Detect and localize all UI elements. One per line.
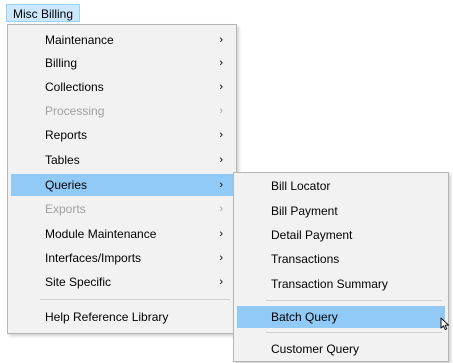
menu-item-label: Bill Payment xyxy=(271,204,338,218)
chevron-right-icon: › xyxy=(219,105,223,117)
menu-item-label: Bill Locator xyxy=(271,179,331,193)
queries-submenu: Bill Locator Bill Payment Detail Payment… xyxy=(233,172,449,362)
menu-item-label: Reports xyxy=(45,128,88,142)
menu-item-label: Maintenance xyxy=(45,33,114,47)
submenu-item-customer-query[interactable]: Customer Query xyxy=(237,338,445,360)
chevron-right-icon: › xyxy=(219,129,223,141)
menu-separator xyxy=(266,332,442,333)
chevron-right-icon: › xyxy=(219,34,223,46)
chevron-right-icon: › xyxy=(219,154,223,166)
menu-item-exports: Exports › xyxy=(11,198,233,220)
menu-item-help-reference-library[interactable]: Help Reference Library xyxy=(11,306,233,328)
menu-item-tables[interactable]: Tables › xyxy=(11,149,233,171)
menu-item-queries[interactable]: Queries › xyxy=(11,174,233,196)
chevron-right-icon: › xyxy=(219,57,223,69)
menu-item-module-maintenance[interactable]: Module Maintenance › xyxy=(11,223,233,245)
chevron-right-icon: › xyxy=(219,252,223,264)
menu-item-label: Batch Query xyxy=(271,310,338,324)
menu-item-label: Processing xyxy=(45,104,105,118)
menu-separator xyxy=(266,300,442,301)
menu-item-label: Tables xyxy=(45,153,80,167)
submenu-item-bill-locator[interactable]: Bill Locator xyxy=(237,175,445,197)
menu-item-label: Collections xyxy=(45,80,104,94)
menu-item-processing: Processing › xyxy=(11,100,233,122)
menu-item-billing[interactable]: Billing › xyxy=(11,52,233,74)
menu-item-label: Help Reference Library xyxy=(45,310,169,324)
mouse-cursor-icon xyxy=(440,317,450,331)
menu-item-site-specific[interactable]: Site Specific › xyxy=(11,271,233,293)
menu-item-label: Exports xyxy=(45,202,86,216)
chevron-right-icon: › xyxy=(219,228,223,240)
submenu-item-transaction-summary[interactable]: Transaction Summary xyxy=(237,273,445,295)
submenu-item-transactions[interactable]: Transactions xyxy=(237,248,445,270)
menu-item-label: Transactions xyxy=(271,252,340,266)
menu-item-label: Interfaces/Imports xyxy=(45,251,142,265)
chevron-right-icon: › xyxy=(219,81,223,93)
misc-billing-menu: Maintenance › Billing › Collections › Pr… xyxy=(7,24,237,334)
menu-item-interfaces-imports[interactable]: Interfaces/Imports › xyxy=(11,247,233,269)
menu-separator xyxy=(40,299,230,300)
chevron-right-icon: › xyxy=(219,276,223,288)
menu-item-maintenance[interactable]: Maintenance › xyxy=(11,29,233,51)
menu-item-reports[interactable]: Reports › xyxy=(11,124,233,146)
menu-bar: Misc Billing xyxy=(0,0,453,24)
menu-item-label: Billing xyxy=(45,56,78,70)
submenu-item-detail-payment[interactable]: Detail Payment xyxy=(237,224,445,246)
menu-item-label: Queries xyxy=(45,178,88,192)
menubar-misc-billing[interactable]: Misc Billing xyxy=(6,4,81,22)
menu-item-label: Transaction Summary xyxy=(271,277,388,291)
menu-item-label: Customer Query xyxy=(271,342,360,356)
menu-item-collections[interactable]: Collections › xyxy=(11,76,233,98)
chevron-right-icon: › xyxy=(219,203,223,215)
menu-item-label: Site Specific xyxy=(45,275,112,289)
menu-item-label: Module Maintenance xyxy=(45,227,157,241)
submenu-item-bill-payment[interactable]: Bill Payment xyxy=(237,200,445,222)
submenu-item-batch-query[interactable]: Batch Query xyxy=(237,306,445,328)
chevron-right-icon: › xyxy=(219,179,223,191)
menu-item-label: Detail Payment xyxy=(271,228,353,242)
